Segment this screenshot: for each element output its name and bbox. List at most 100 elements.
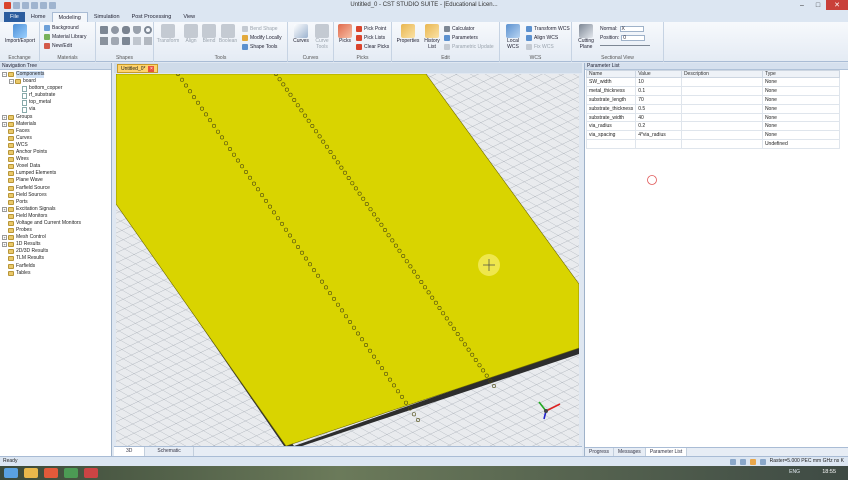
parametric-update-button[interactable]: Parametric Update [444, 44, 494, 50]
tree-item[interactable]: Farfields [0, 263, 111, 270]
tree-item[interactable]: Tables [0, 270, 111, 277]
tree-item[interactable]: 2D/3D Results [0, 248, 111, 255]
parameter-description-cell[interactable] [680, 130, 763, 141]
tree-item[interactable]: Field Monitors [0, 213, 111, 220]
parameter-description-cell[interactable] [680, 77, 763, 87]
app-icon[interactable] [64, 468, 78, 478]
rotate-icon[interactable] [111, 37, 119, 45]
clear-picks-button[interactable]: Clear Picks [356, 44, 389, 50]
tree-item[interactable]: Field Sources [0, 192, 111, 199]
explorer-icon[interactable] [24, 468, 38, 478]
tree-item[interactable]: Farfield Source [0, 185, 111, 192]
parameter-row[interactable]: substrate_width 40 None [585, 112, 841, 123]
tree-item[interactable]: + Groups [0, 114, 111, 121]
close-tab-icon[interactable]: × [148, 65, 155, 72]
picks-button[interactable]: Picks [336, 24, 354, 45]
background-button[interactable]: Background [44, 25, 79, 31]
tree-item[interactable]: bottom_copper [0, 85, 111, 92]
fix-wcs-button[interactable]: Fix WCS [526, 44, 554, 50]
clock[interactable]: 18:55 [822, 469, 836, 475]
local-wcs-button[interactable]: Local WCS [503, 24, 523, 50]
parameter-value-cell[interactable]: 0.1 [635, 85, 682, 96]
column-header-name[interactable]: Name [585, 70, 637, 78]
maximize-button[interactable]: □ [810, 0, 826, 10]
parameter-description-cell[interactable] [680, 94, 763, 105]
curve-tools-button[interactable]: Curve Tools [312, 24, 332, 50]
cutting-plane-button[interactable]: Cutting Plane [575, 24, 597, 50]
tree-item[interactable]: TLM Results [0, 255, 111, 262]
tree-item[interactable]: − board [0, 78, 111, 85]
position-field[interactable]: 0 [621, 35, 646, 41]
expand-icon[interactable]: + [2, 114, 7, 120]
parameter-name-cell[interactable]: substrate_length [585, 94, 637, 105]
parameter-value-cell[interactable] [635, 139, 682, 150]
tree-item[interactable]: + Materials [0, 121, 111, 128]
column-header-value[interactable]: Value [635, 70, 682, 78]
analytical-face-icon[interactable] [133, 37, 141, 45]
parameter-value-cell[interactable]: 40 [635, 112, 682, 123]
document-tab[interactable]: Untitled_0* × [117, 64, 159, 73]
3d-scene[interactable] [116, 74, 579, 446]
tree-item[interactable]: Ports [0, 199, 111, 206]
tree-item[interactable]: Curves [0, 135, 111, 142]
boolean-button[interactable]: Boolean [217, 24, 239, 45]
tab-view[interactable]: View [177, 12, 201, 22]
parameter-description-cell[interactable] [680, 121, 763, 132]
pan-icon[interactable] [759, 458, 766, 465]
zoom-icon[interactable] [749, 458, 756, 465]
parameter-name-cell[interactable] [585, 139, 637, 150]
tab-schematic[interactable]: Schematic [145, 447, 194, 456]
tree-item[interactable]: + Excitation Signals [0, 206, 111, 213]
position-slider[interactable] [600, 45, 650, 49]
parameter-description-cell[interactable] [680, 103, 763, 114]
tree-item[interactable]: Lumped Elements [0, 170, 111, 177]
expand-icon[interactable]: + [2, 242, 7, 248]
parameter-type-cell[interactable]: None [761, 85, 841, 96]
parameter-value-cell[interactable]: 0.5 [635, 103, 682, 114]
transform-button[interactable]: Transform [156, 24, 180, 45]
parameter-name-cell[interactable]: metal_thickness [585, 85, 637, 96]
parameter-row[interactable]: metal_thickness 0.1 None [585, 85, 841, 96]
curves-button[interactable]: Curves [291, 24, 311, 45]
cst-taskbar-icon[interactable] [84, 468, 98, 478]
tree-item[interactable]: + Mesh Control [0, 234, 111, 241]
minimize-button[interactable]: – [794, 0, 810, 10]
parameter-description-cell[interactable] [680, 85, 763, 96]
browser-icon[interactable] [44, 468, 58, 478]
parameter-name-cell[interactable]: SW_width [585, 77, 637, 87]
tree-item[interactable]: Voltage and Current Monitors [0, 220, 111, 227]
history-list-button[interactable]: History List [422, 24, 442, 50]
tree-item[interactable]: Anchor Points [0, 149, 111, 156]
align-wcs-button[interactable]: Align WCS [526, 35, 558, 41]
modify-locally-button[interactable]: Modify Locally [242, 35, 282, 41]
parameter-row[interactable]: Undefined [585, 139, 841, 150]
align-button[interactable]: Align [182, 24, 200, 45]
parameter-row[interactable]: substrate_length 70 None [585, 94, 841, 105]
torus-icon[interactable] [144, 26, 152, 34]
parameter-type-cell[interactable]: None [761, 121, 841, 132]
parameter-description-cell[interactable] [680, 112, 763, 123]
parameter-description-cell[interactable] [680, 139, 763, 150]
tab-modeling[interactable]: Modeling [51, 12, 88, 22]
normal-dropdown[interactable]: X [619, 26, 644, 32]
parameter-type-cell[interactable]: None [761, 112, 841, 123]
tree-item[interactable]: +1D Results [0, 241, 111, 248]
tree-item[interactable]: top_metal [0, 99, 111, 106]
column-header-type[interactable]: Type [761, 70, 841, 78]
properties-button[interactable]: Properties [395, 24, 421, 45]
tree-item[interactable]: rf_substrate [0, 92, 111, 99]
3d-viewport[interactable] [116, 74, 579, 446]
parameter-type-cell[interactable]: Undefined [761, 139, 841, 150]
pick-lists-button[interactable]: Pick Lists [356, 35, 385, 41]
tree-item[interactable]: WCS [0, 142, 111, 149]
tree-item[interactable]: Faces [0, 128, 111, 135]
brick-icon[interactable] [100, 26, 108, 34]
parameter-value-cell[interactable]: 0.2 [635, 121, 682, 132]
tab-home[interactable]: Home [25, 12, 52, 22]
tree-item[interactable]: via [0, 106, 111, 114]
parameter-name-cell[interactable]: substrate_width [585, 112, 637, 123]
shape-tools-button[interactable]: Shape Tools [242, 44, 277, 50]
parameter-row[interactable]: via_radius 0.2 None [585, 121, 841, 132]
more-shapes-icon[interactable] [144, 37, 152, 45]
loft-icon[interactable] [122, 37, 130, 45]
